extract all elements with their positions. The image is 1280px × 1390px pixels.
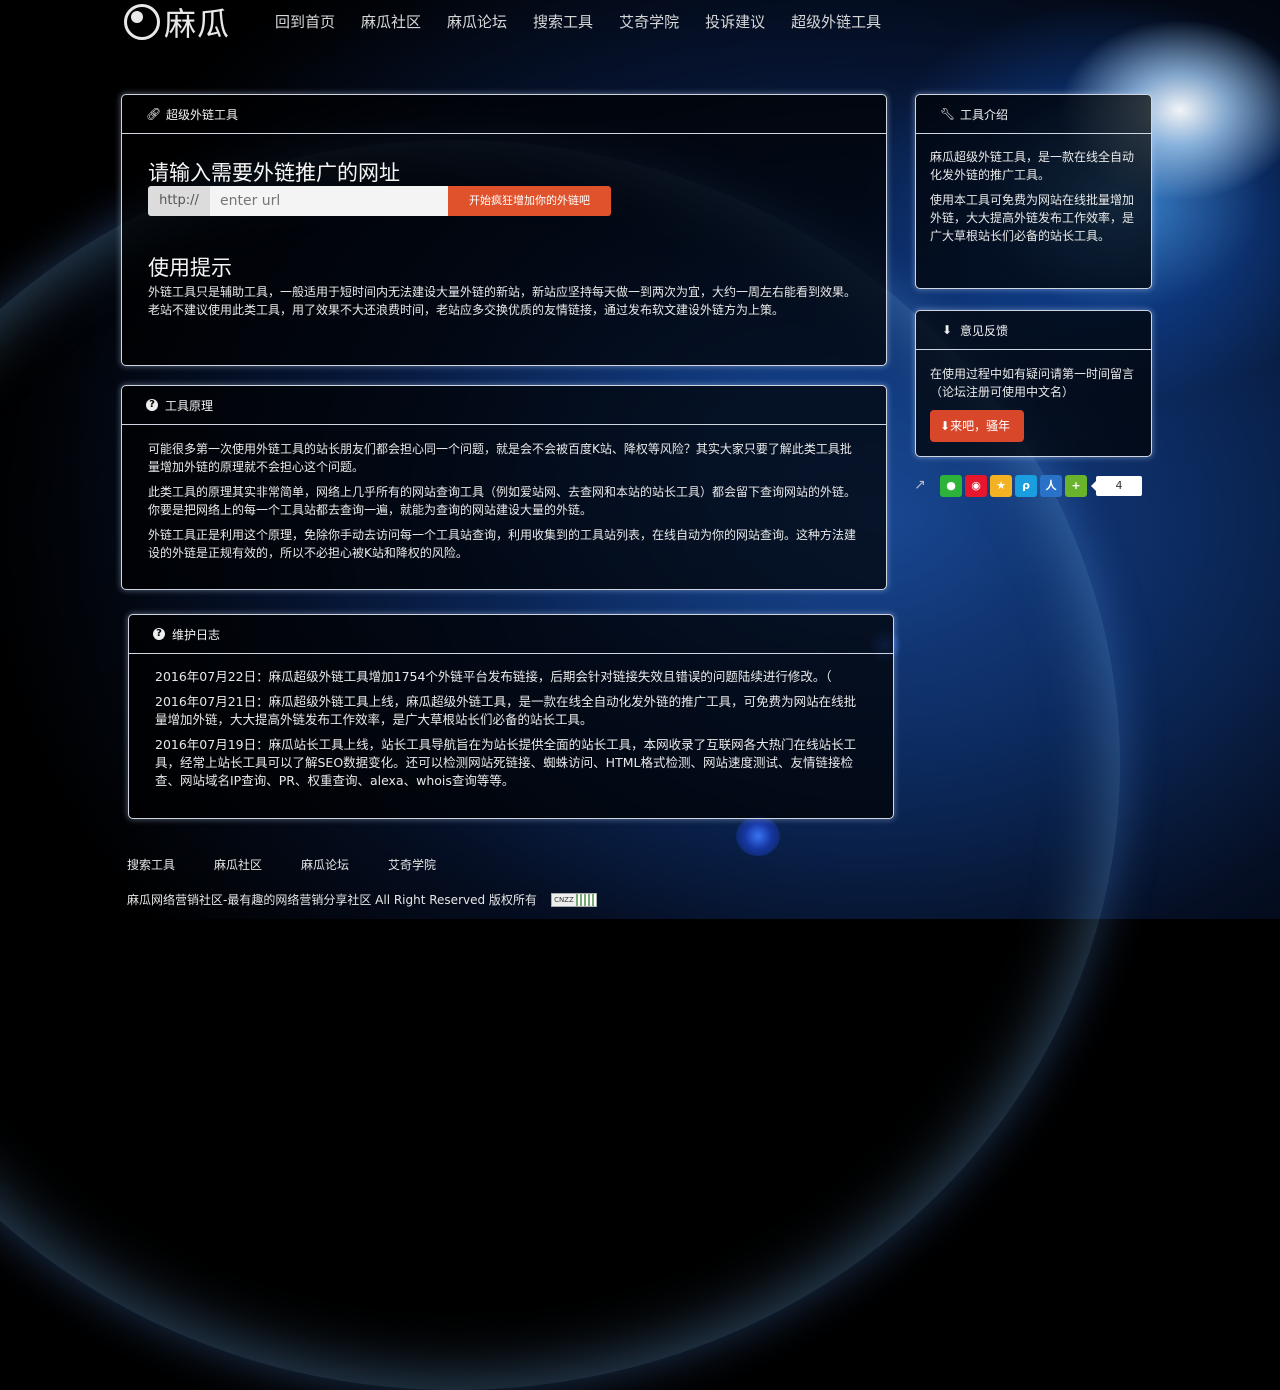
panel-header: ⬇ 意见反馈 [916,311,1151,350]
feedback-panel: ⬇ 意见反馈 在使用过程中如有疑问请第一时间留言（论坛注册可使用中文名） ⬇来吧… [915,310,1152,457]
panel-title: 超级外链工具 [166,107,239,122]
tips-text: 外链工具只是辅助工具，一般适用于短时间内无法建设大量外链的新站，新站应坚持每天做… [148,285,857,317]
panel-title: 工具介绍 [960,107,1009,122]
renren-icon[interactable]: 人 [1040,475,1062,497]
site-logo[interactable]: 麻瓜 [124,2,231,43]
nav-community[interactable]: 麻瓜社区 [348,0,434,44]
tool-intro-panel: 🔧︎ 工具介绍 麻瓜超级外链工具，是一款在线全自动化发外链的推广工具。 使用本工… [915,94,1152,289]
nav-complaints[interactable]: 投诉建议 [692,0,778,44]
panel-header: ? 工具原理 [122,386,886,425]
question-icon: ? [146,399,158,411]
principle-paragraph: 外链工具正是利用这个原理，免除你手动去访问每一个工具站查询，利用收集到的工具站列… [148,528,857,560]
more-icon[interactable]: + [1065,475,1087,497]
copyright: 麻瓜网络营销社区-最有趣的网络营销分享社区 All Right Reserved… [127,891,597,908]
logo-icon [124,4,160,40]
footer-link-forum[interactable]: 麻瓜论坛 [301,856,349,873]
download-icon: ⬇ [941,323,953,337]
lens-flare [736,816,780,856]
maintenance-log-panel: ? 维护日志 2016年07月22日：麻瓜超级外链工具增加1754个外链平台发布… [128,614,894,819]
main-nav: 回到首页 麻瓜社区 麻瓜论坛 搜索工具 艾奇学院 投诉建议 超级外链工具 [262,0,894,44]
log-entry: 2016年07月19日：麻瓜站长工具上线，站长工具导航旨在为站长提供全面的站长工… [155,737,857,788]
download-icon: ⬇ [940,419,951,433]
feedback-button[interactable]: ⬇来吧，骚年 [930,410,1025,442]
link-tool-panel: 🔗︎ 超级外链工具 请输入需要外链推广的网址 http:// 开始疯狂增加你的外… [121,94,887,366]
log-entry: 2016年07月22日：麻瓜超级外链工具增加1754个外链平台发布链接，后期会针… [155,669,832,684]
footer-link-community[interactable]: 麻瓜社区 [214,856,262,873]
panel-title: 工具原理 [165,398,214,413]
principle-paragraph: 此类工具的原理其实非常简单，网络上几乎所有的网站查询工具（例如爱站网、去查网和本… [148,485,857,517]
cnzz-badge-label: CNZZ [551,893,576,906]
feedback-text: 在使用过程中如有疑问请第一时间留言（论坛注册可使用中文名） [930,367,1135,399]
cnzz-badge-bars [575,893,596,906]
url-input[interactable] [210,186,448,216]
nav-forum[interactable]: 麻瓜论坛 [434,0,520,44]
nav-home[interactable]: 回到首页 [262,0,348,44]
url-heading: 请输入需要外链推广的网址 [148,161,400,185]
qzone-icon[interactable]: ★ [990,475,1012,497]
question-icon: ? [153,628,165,640]
principle-panel: ? 工具原理 可能很多第一次使用外链工具的站长朋友们都会担心同一个问题，就是会不… [121,385,887,590]
weibo-icon[interactable]: ◉ [965,475,987,497]
footer-links: 搜索工具 麻瓜社区 麻瓜论坛 艾奇学院 [127,856,475,873]
url-input-group: http:// 开始疯狂增加你的外链吧 [148,186,860,216]
nav-academy[interactable]: 艾奇学院 [606,0,692,44]
feedback-button-label: 来吧，骚年 [950,419,1011,433]
nav-link-tool[interactable]: 超级外链工具 [778,0,894,44]
wechat-icon[interactable]: ● [940,475,962,497]
url-prefix: http:// [148,186,210,216]
link-icon: 🔗︎ [146,107,162,121]
logo-text: 麻瓜 [164,5,231,43]
tips-heading: 使用提示 [148,256,232,280]
tencent-weibo-icon[interactable]: ρ [1015,475,1037,497]
share-bar: ↗ ● ◉ ★ ρ 人 + 4 [914,474,1142,498]
wrench-icon: 🔧︎ [940,107,956,121]
footer-link-search-tools[interactable]: 搜索工具 [127,856,175,873]
nav-search-tools[interactable]: 搜索工具 [520,0,606,44]
panel-header: 🔧︎ 工具介绍 [916,95,1151,134]
share-icon[interactable]: ↗ [914,477,932,495]
copyright-text: 麻瓜网络营销社区-最有趣的网络营销分享社区 All Right Reserved… [127,893,537,907]
footer-link-academy[interactable]: 艾奇学院 [388,856,436,873]
top-navbar: 麻瓜 回到首页 麻瓜社区 麻瓜论坛 搜索工具 艾奇学院 投诉建议 超级外链工具 [0,0,1280,46]
intro-paragraph: 麻瓜超级外链工具，是一款在线全自动化发外链的推广工具。 [930,150,1135,182]
panel-header: 🔗︎ 超级外链工具 [122,95,886,134]
intro-paragraph: 使用本工具可免费为网站在线批量增加外链，大大提高外链发布工作效率，是广大草根站长… [930,193,1135,243]
panel-title: 意见反馈 [960,323,1009,338]
submit-button[interactable]: 开始疯狂增加你的外链吧 [448,186,611,216]
panel-header: ? 维护日志 [129,615,893,654]
panel-title: 维护日志 [172,627,221,642]
cnzz-badge[interactable]: CNZZ [550,892,597,907]
principle-paragraph: 可能很多第一次使用外链工具的站长朋友们都会担心同一个问题，就是会不会被百度K站、… [148,442,852,474]
log-entry: 2016年07月21日：麻瓜超级外链工具上线，麻瓜超级外链工具，是一款在线全自动… [155,694,857,727]
share-count: 4 [1091,476,1142,496]
